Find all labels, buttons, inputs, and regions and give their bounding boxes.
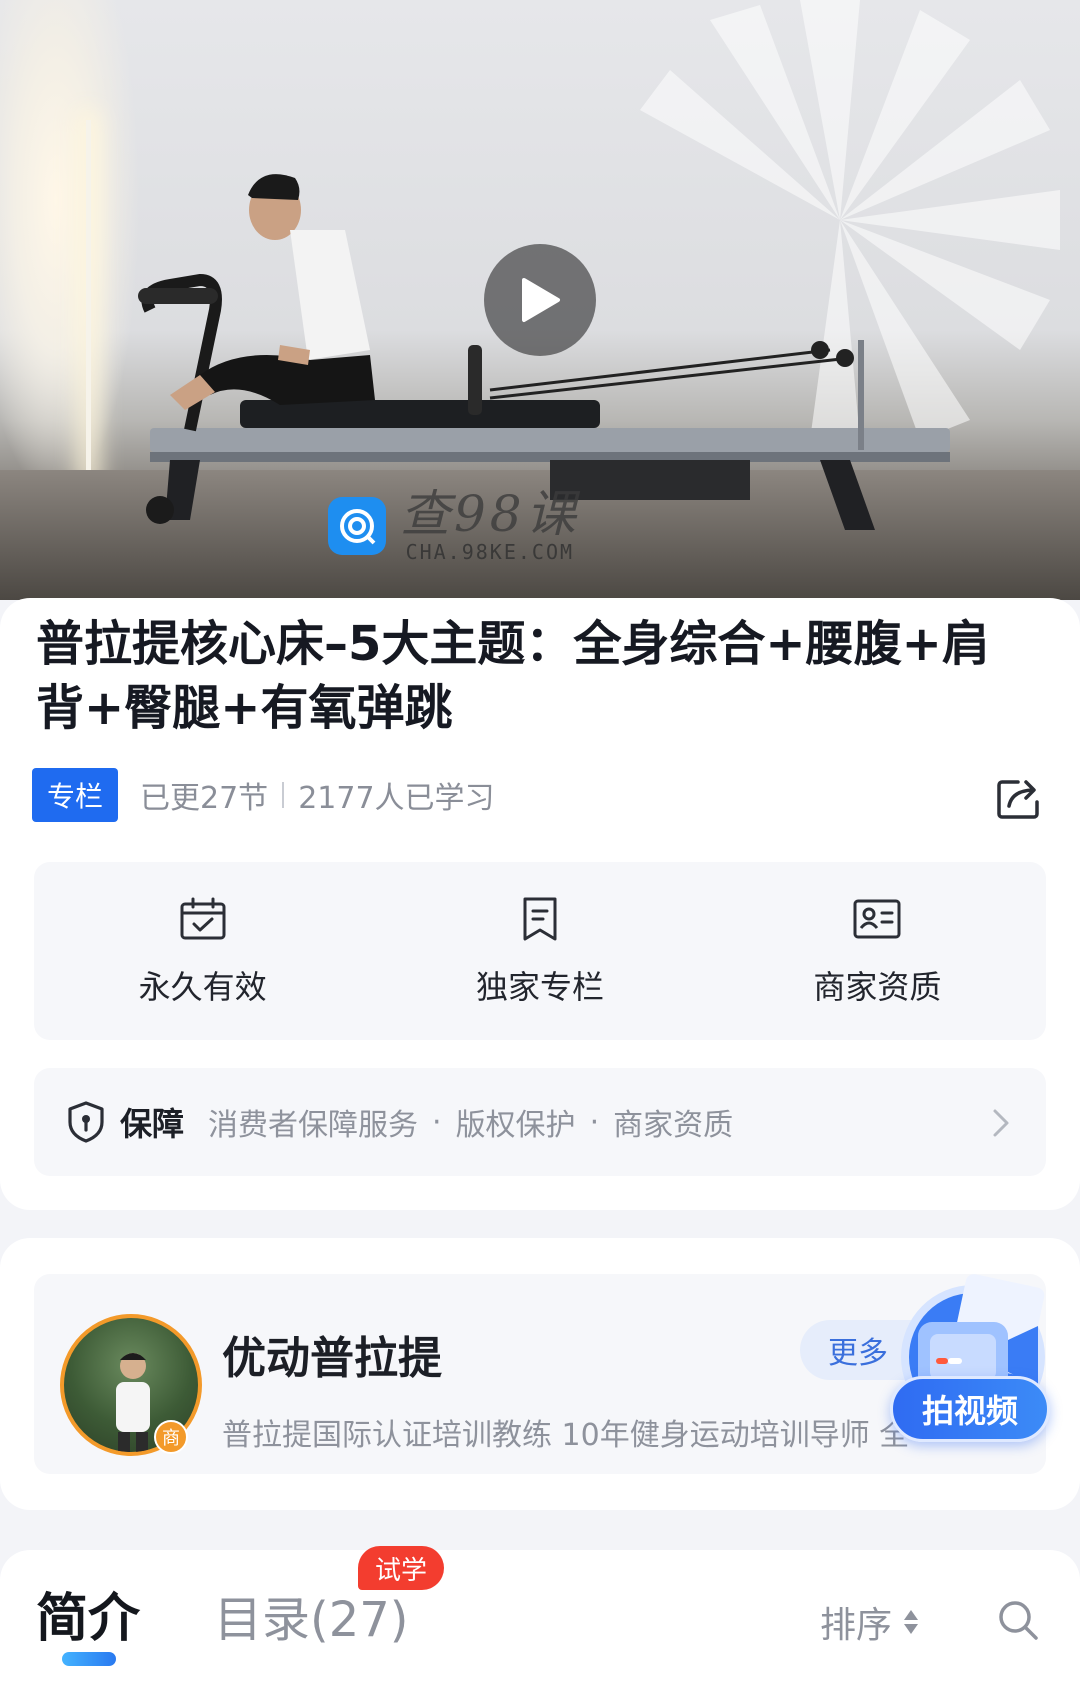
guarantee-item: 消费者保障服务 bbox=[208, 1108, 419, 1143]
shoot-video-button[interactable]: 拍视频 bbox=[890, 1376, 1050, 1442]
avatar-person bbox=[116, 1353, 150, 1452]
sort-arrows-icon bbox=[904, 1610, 919, 1634]
merchant-description: 普拉提国际认证培训教练 10年健身运动培训导师 全 bbox=[222, 1418, 910, 1453]
updated-count: 已更27节 bbox=[140, 781, 269, 816]
feature-label: 永久有效 bbox=[138, 968, 267, 1006]
guarantee-separator: · bbox=[589, 1104, 600, 1140]
play-icon bbox=[522, 278, 560, 322]
guarantee-item: 商家资质 bbox=[613, 1108, 734, 1143]
watermark-url: CHA.98KE.COM bbox=[405, 540, 575, 564]
feature-permanent[interactable]: 永久有效 bbox=[34, 862, 371, 1040]
calendar-check-icon bbox=[180, 897, 226, 940]
shield-icon bbox=[68, 1101, 104, 1143]
id-card-icon bbox=[853, 899, 901, 939]
meta-divider bbox=[282, 782, 285, 808]
tab-catalog[interactable]: 目录(27) bbox=[214, 1580, 409, 1650]
play-button[interactable] bbox=[484, 244, 596, 356]
watermark: 查98课 CHA.98KE.COM bbox=[328, 488, 580, 564]
floor-lamp bbox=[86, 120, 91, 480]
wall-light bbox=[0, 0, 140, 500]
video-player[interactable]: 查98课 CHA.98KE.COM bbox=[0, 0, 1080, 600]
tab-intro[interactable]: 简介 bbox=[36, 1576, 140, 1651]
merchant-name[interactable]: 优动普拉提 bbox=[222, 1322, 442, 1386]
watermark-text: 查98课 bbox=[400, 485, 580, 543]
column-tag: 专栏 bbox=[32, 768, 118, 822]
merchant-badge: 商 bbox=[154, 1420, 188, 1454]
guarantee-separator: · bbox=[432, 1104, 442, 1140]
feature-label: 独家专栏 bbox=[475, 968, 604, 1006]
watermark-logo-icon bbox=[328, 497, 386, 555]
feature-row: 永久有效 独家专栏 商家资质 bbox=[34, 862, 1046, 1040]
sort-label: 排序 bbox=[820, 1605, 893, 1646]
share-icon[interactable] bbox=[996, 776, 1044, 820]
bookmark-icon bbox=[523, 897, 557, 941]
guarantee-title: 保障 bbox=[120, 1105, 185, 1143]
guarantee-row[interactable]: 保障 消费者保障服务 · 版权保护 · 商家资质 bbox=[34, 1068, 1046, 1176]
learner-count: 2177人已学习 bbox=[298, 781, 495, 816]
trial-badge: 试学 bbox=[358, 1546, 444, 1590]
active-tab-indicator bbox=[62, 1652, 116, 1666]
course-meta: 专栏 已更27节 2177人已学习 bbox=[32, 768, 495, 822]
feature-qualification[interactable]: 商家资质 bbox=[709, 862, 1046, 1040]
course-title: 普拉提核心床–5大主题：全身综合+腰腹+肩背+臀腿+有氧弹跳 bbox=[36, 616, 990, 736]
chevron-right-icon bbox=[993, 1109, 1009, 1137]
search-icon[interactable] bbox=[996, 1598, 1040, 1642]
feature-label: 商家资质 bbox=[813, 968, 942, 1006]
feature-exclusive[interactable]: 独家专栏 bbox=[371, 862, 708, 1040]
guarantee-item: 版权保护 bbox=[455, 1108, 576, 1143]
sort-button[interactable]: 排序 bbox=[820, 1596, 919, 1648]
